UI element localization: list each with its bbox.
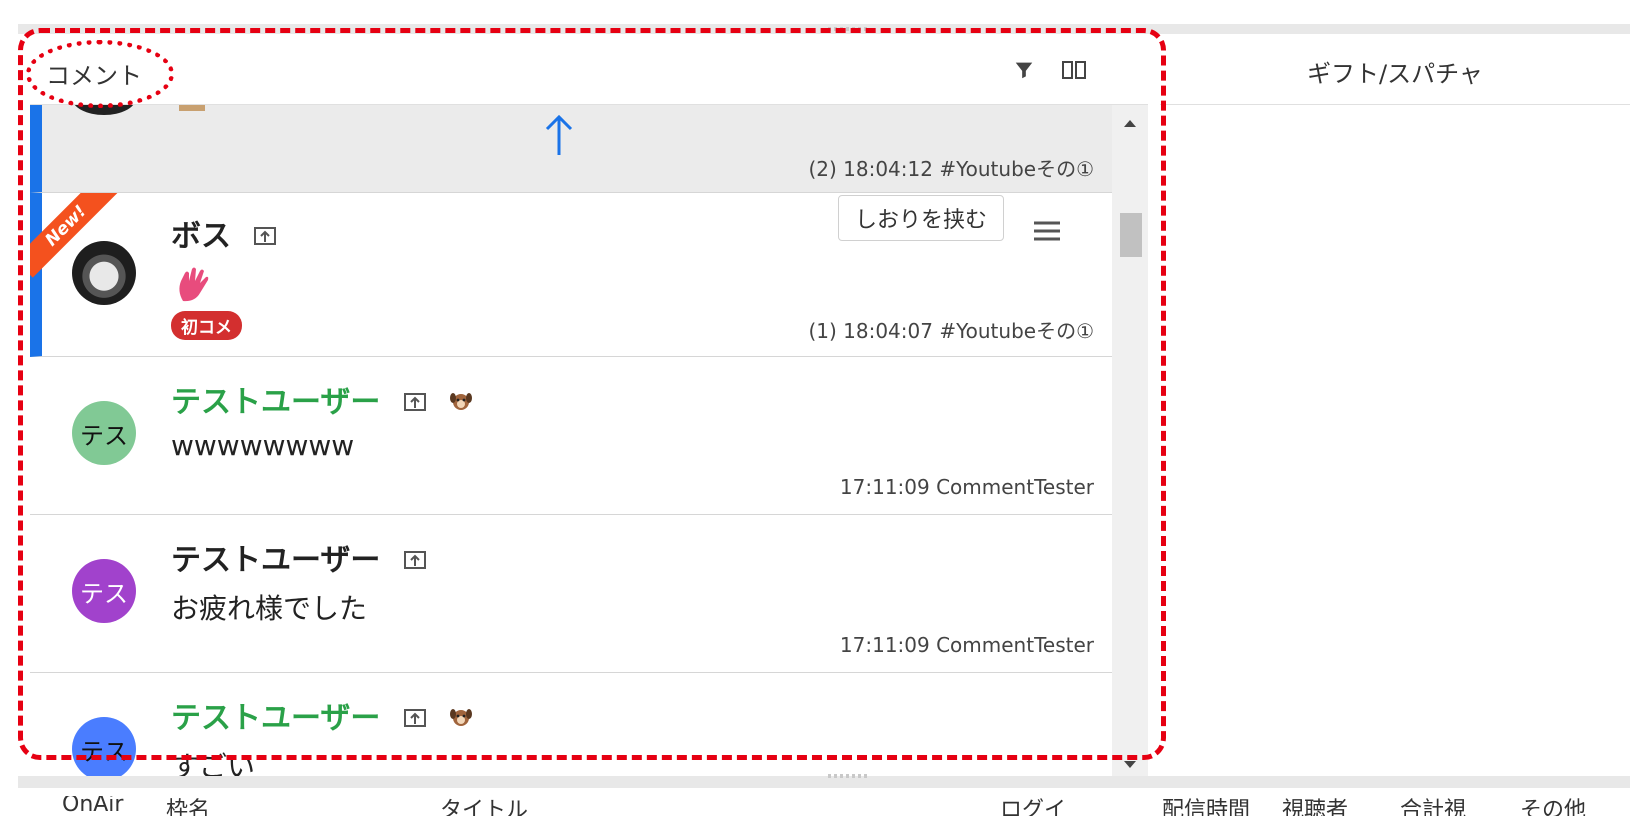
- comment-scrollbar[interactable]: [1112, 105, 1148, 776]
- top-splitter[interactable]: [18, 24, 1630, 34]
- left-strip: [0, 24, 18, 794]
- user-name-text: テストユーザー: [171, 543, 381, 578]
- user-name: テストユーザー: [171, 535, 427, 579]
- column-header[interactable]: 配信時間: [1162, 796, 1250, 816]
- open-profile-icon[interactable]: [403, 702, 427, 737]
- bottom-splitter[interactable]: [18, 774, 1630, 788]
- splitter-grip[interactable]: [828, 27, 868, 31]
- comment-panel-header: コメント: [30, 34, 1148, 105]
- column-header[interactable]: 視聴者: [1282, 796, 1348, 816]
- comment-message: お疲れ様でした: [171, 592, 368, 625]
- comment-meta: 17:11:09 CommentTester: [839, 475, 1094, 499]
- bookmark-button[interactable]: しおりを挟む: [838, 195, 1005, 241]
- column-header[interactable]: その他: [1520, 796, 1586, 816]
- scrollbar-thumb[interactable]: [1120, 213, 1142, 257]
- comment-meta: (2) 18:04:12 #Youtubeその①: [808, 157, 1094, 181]
- list-item[interactable]: テス テストユーザー お疲れ様でした 17:11:09 CommentTeste…: [30, 515, 1112, 673]
- emoji-sticker: [179, 105, 205, 111]
- open-profile-icon[interactable]: [403, 544, 427, 579]
- user-name-text: テストユーザー: [171, 701, 381, 736]
- first-comment-badge: 初コメ: [171, 311, 242, 340]
- arrow-up-icon[interactable]: [542, 113, 576, 161]
- gift-panel-title: ギフト/スパチャ: [1307, 60, 1483, 88]
- user-name: テストユーザー: [171, 693, 473, 737]
- wave-hand-icon: [173, 265, 213, 309]
- top-area: [0, 0, 1630, 24]
- user-name: ボス: [171, 211, 277, 255]
- list-item[interactable]: テス テストユーザー すごい: [30, 673, 1112, 776]
- avatar: [72, 241, 136, 305]
- list-item[interactable]: テス テストユーザー wwwwwwww 17:11:09 CommentTest…: [30, 357, 1112, 515]
- user-name: テストユーザー: [171, 377, 473, 421]
- column-header[interactable]: ログイ: [1000, 796, 1066, 816]
- avatar: テス: [72, 717, 136, 776]
- avatar: [72, 105, 136, 115]
- filter-icon[interactable]: [1010, 56, 1038, 84]
- comment-message: wwwwwwww: [171, 429, 355, 462]
- column-header[interactable]: 合計視: [1400, 796, 1466, 816]
- open-profile-icon[interactable]: [253, 220, 277, 255]
- bookmark-row[interactable]: (2) 18:04:12 #Youtubeその①: [30, 105, 1112, 193]
- dog-icon: [449, 386, 473, 421]
- list-item[interactable]: New! ボス 初コメ しおりを挟む (1) 18:04:07 #Youtube…: [30, 193, 1112, 357]
- avatar: テス: [72, 401, 136, 465]
- avatar: テス: [72, 559, 136, 623]
- comment-panel-title: コメント: [46, 62, 142, 90]
- column-header[interactable]: OnAir: [62, 796, 123, 816]
- comment-meta: (1) 18:04:07 #Youtubeその①: [808, 319, 1094, 343]
- gift-panel-body: [1160, 105, 1630, 776]
- open-profile-icon[interactable]: [403, 386, 427, 421]
- comment-message: すごい: [171, 750, 256, 776]
- gift-panel-header: ギフト/スパチャ: [1160, 34, 1630, 105]
- menu-icon[interactable]: [1032, 219, 1062, 247]
- splitter-grip[interactable]: [828, 774, 868, 778]
- scroll-down-icon[interactable]: [1122, 755, 1138, 774]
- user-name-text: テストユーザー: [171, 385, 381, 420]
- comment-panel: コメント (2) 18:04:12 #Youtubeその① New! ボス 初コ…: [30, 34, 1148, 776]
- scroll-up-icon[interactable]: [1122, 113, 1138, 132]
- stream-table-header: OnAir 枠名 タイトル ログイ 配信時間 視聴者 合計視 その他: [0, 796, 1630, 816]
- comment-meta: 17:11:09 CommentTester: [839, 633, 1094, 657]
- column-header[interactable]: 枠名: [166, 796, 210, 816]
- comment-list[interactable]: (2) 18:04:12 #Youtubeその① New! ボス 初コメ しおり…: [30, 105, 1112, 776]
- user-name-text: ボス: [171, 219, 231, 254]
- column-header[interactable]: タイトル: [440, 796, 528, 816]
- dog-icon: [449, 702, 473, 737]
- column-view-icon[interactable]: [1060, 56, 1088, 84]
